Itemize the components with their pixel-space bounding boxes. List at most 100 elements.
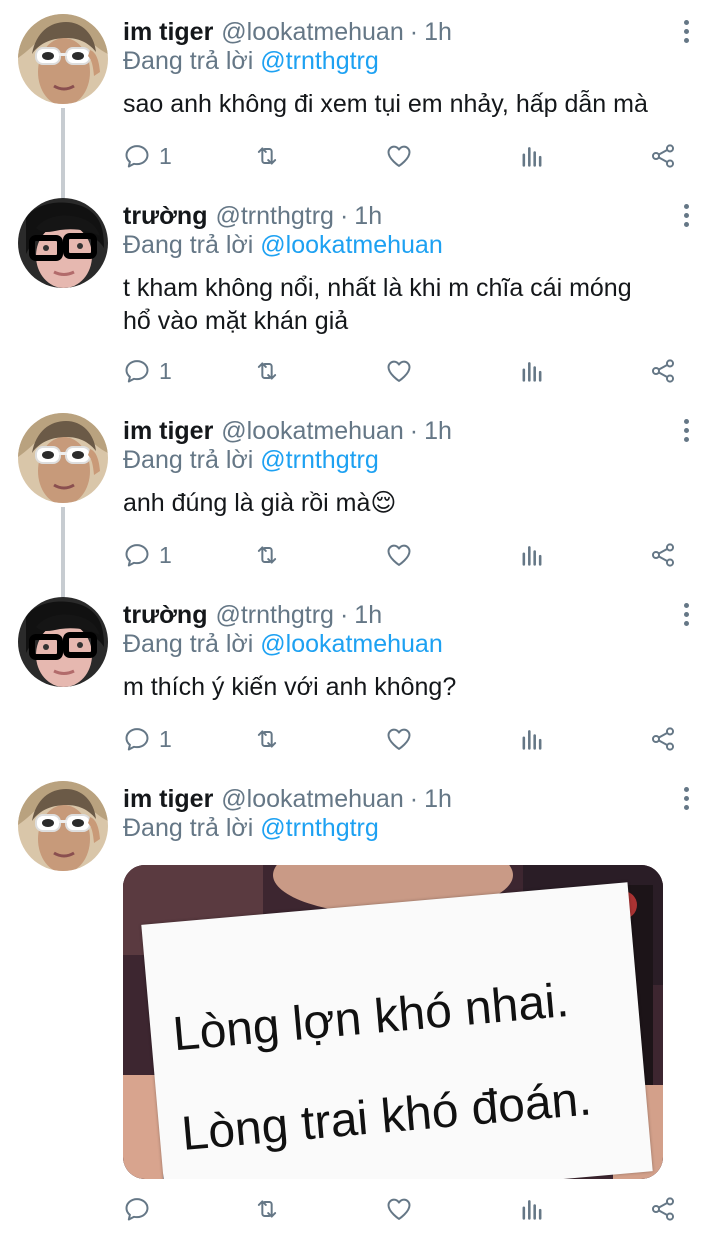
retweet-button[interactable]: [253, 138, 281, 174]
avatar[interactable]: [18, 413, 108, 503]
retweet-icon: [253, 725, 281, 753]
display-name[interactable]: trường: [123, 601, 207, 630]
share-icon: [649, 142, 677, 170]
reply-icon: [123, 725, 151, 753]
tweet[interactable]: trường @trnthgtrg · 1h Đang trả lời @loo…: [0, 198, 720, 398]
reply-prefix: Đang trả lời: [123, 630, 254, 658]
avatar[interactable]: [18, 198, 108, 288]
retweet-button[interactable]: [253, 721, 281, 757]
analytics-button[interactable]: [518, 721, 546, 757]
like-button[interactable]: [385, 138, 413, 174]
action-bar: 1: [123, 537, 688, 573]
share-button[interactable]: [649, 721, 677, 757]
share-button[interactable]: [649, 1191, 677, 1227]
display-name[interactable]: im tiger: [123, 785, 213, 814]
reply-button[interactable]: 1: [123, 721, 172, 757]
tweet-header: im tiger @lookatmehuan · 1h: [123, 414, 452, 448]
reply-count: 1: [159, 725, 172, 752]
tweet-header: im tiger @lookatmehuan · 1h: [123, 782, 452, 816]
share-button[interactable]: [649, 537, 677, 573]
display-name[interactable]: trường: [123, 202, 207, 231]
analytics-button[interactable]: [518, 353, 546, 389]
avatar[interactable]: [18, 14, 108, 104]
reply-count: 1: [159, 142, 172, 169]
more-vertical-icon[interactable]: [680, 787, 692, 813]
heart-icon: [385, 357, 413, 385]
share-button[interactable]: [649, 138, 677, 174]
analytics-icon: [518, 725, 546, 753]
like-button[interactable]: [385, 537, 413, 573]
tweet-text: t kham không nổi, nhất là khi m chĩa cái…: [123, 272, 698, 338]
like-button[interactable]: [385, 353, 413, 389]
meme-sign: Lòng lợn khó nhai. Lòng trai khó đoán.: [141, 882, 653, 1179]
tweet[interactable]: trường @trnthgtrg · 1h Đang trả lời @loo…: [0, 597, 720, 767]
avatar[interactable]: [18, 597, 108, 687]
tweet-header: im tiger @lookatmehuan · 1h: [123, 15, 452, 49]
thread-line: [61, 507, 65, 599]
timestamp[interactable]: 1h: [424, 417, 452, 446]
analytics-button[interactable]: [518, 1191, 546, 1227]
tweet[interactable]: im tiger @lookatmehuan · 1h Đang trả lời…: [0, 14, 720, 200]
like-button[interactable]: [385, 1191, 413, 1227]
user-handle[interactable]: @trnthgtrg: [215, 202, 333, 231]
separator: ·: [339, 201, 349, 230]
reply-button[interactable]: 1: [123, 537, 172, 573]
user-handle[interactable]: @trnthgtrg: [215, 601, 333, 630]
reply-prefix: Đang trả lời: [123, 814, 254, 842]
reply-prefix: Đang trả lời: [123, 47, 254, 75]
tweet[interactable]: im tiger @lookatmehuan · 1h Đang trả lời…: [0, 413, 720, 599]
separator: ·: [409, 17, 419, 46]
like-button[interactable]: [385, 721, 413, 757]
avatar[interactable]: [18, 781, 108, 871]
display-name[interactable]: im tiger: [123, 417, 213, 446]
reply-button[interactable]: [123, 1191, 151, 1227]
mention-link[interactable]: @lookatmehuan: [260, 630, 442, 658]
sign-text-line: Lòng lợn khó nhai.: [170, 973, 571, 1062]
mention-link[interactable]: @trnthgtrg: [260, 446, 378, 474]
retweet-icon: [253, 142, 281, 170]
mention-link[interactable]: @lookatmehuan: [260, 231, 442, 259]
retweet-button[interactable]: [253, 1191, 281, 1227]
user-handle[interactable]: @lookatmehuan: [221, 18, 403, 47]
share-button[interactable]: [649, 353, 677, 389]
share-icon: [649, 357, 677, 385]
timestamp[interactable]: 1h: [354, 601, 382, 630]
timestamp[interactable]: 1h: [354, 202, 382, 231]
action-bar: 1: [123, 353, 688, 389]
more-vertical-icon[interactable]: [680, 20, 692, 46]
reply-icon: [123, 1195, 151, 1223]
reply-to-line: Đang trả lời @trnthgtrg: [123, 446, 379, 475]
display-name[interactable]: im tiger: [123, 18, 213, 47]
share-icon: [649, 725, 677, 753]
analytics-button[interactable]: [518, 138, 546, 174]
mention-link[interactable]: @trnthgtrg: [260, 814, 378, 842]
retweet-icon: [253, 1195, 281, 1223]
reply-icon: [123, 541, 151, 569]
reply-button[interactable]: 1: [123, 353, 172, 389]
reply-prefix: Đang trả lời: [123, 231, 254, 259]
heart-icon: [385, 541, 413, 569]
tweet-media-image[interactable]: Lòng lợn khó nhai. Lòng trai khó đoán.: [123, 865, 663, 1179]
reply-to-line: Đang trả lời @trnthgtrg: [123, 47, 379, 76]
more-vertical-icon[interactable]: [680, 204, 692, 230]
user-handle[interactable]: @lookatmehuan: [221, 785, 403, 814]
more-vertical-icon[interactable]: [680, 419, 692, 445]
retweet-button[interactable]: [253, 353, 281, 389]
mention-link[interactable]: @trnthgtrg: [260, 47, 378, 75]
timestamp[interactable]: 1h: [424, 18, 452, 47]
timestamp[interactable]: 1h: [424, 785, 452, 814]
tweet-text: m thích ý kiến với anh không?: [123, 673, 457, 701]
analytics-button[interactable]: [518, 537, 546, 573]
tweet-text-line: t kham không nổi, nhất là khi m chĩa cái…: [123, 274, 632, 302]
tweet[interactable]: im tiger @lookatmehuan · 1h Đang trả lời…: [0, 781, 720, 1231]
more-vertical-icon[interactable]: [680, 603, 692, 629]
retweet-icon: [253, 541, 281, 569]
share-icon: [649, 1195, 677, 1223]
user-handle[interactable]: @lookatmehuan: [221, 417, 403, 446]
reply-icon: [123, 357, 151, 385]
retweet-button[interactable]: [253, 537, 281, 573]
reply-to-line: Đang trả lời @lookatmehuan: [123, 630, 443, 659]
action-bar: 1: [123, 138, 688, 174]
sign-text-line: Lòng trai khó đoán.: [179, 1072, 594, 1161]
reply-button[interactable]: 1: [123, 138, 172, 174]
